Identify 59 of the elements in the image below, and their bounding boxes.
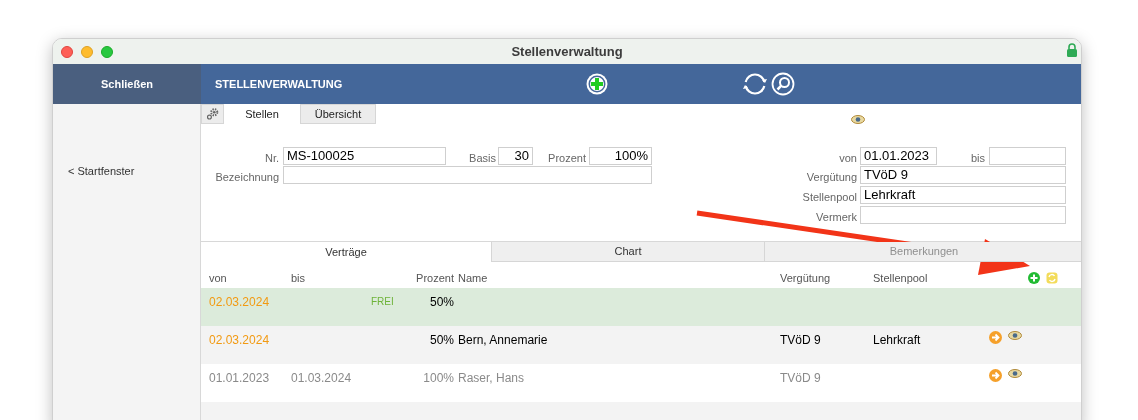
column-header: Name: [458, 271, 488, 284]
field-label: Vergütung: [806, 170, 857, 185]
input-field[interactable]: 01.01.2023: [860, 147, 937, 165]
field-label: Bezeichnung: [215, 170, 279, 185]
table-cell: 01.03.2024: [291, 371, 352, 385]
tab[interactable]: Übersicht: [300, 104, 376, 124]
lock-icon: [1067, 43, 1077, 57]
input-field[interactable]: [989, 147, 1066, 165]
table-cell: TVöD 9: [780, 371, 821, 385]
column-header: bis: [291, 271, 306, 284]
arrow-right-icon[interactable]: [989, 331, 1002, 344]
add-icon[interactable]: [1028, 272, 1040, 284]
table-cell: Raser, Hans: [458, 371, 525, 385]
input-field[interactable]: TVöD 9: [860, 166, 1066, 184]
close-window-button[interactable]: [61, 45, 73, 58]
field-label: Vermerk: [816, 210, 857, 225]
field-label: Nr.: [264, 151, 279, 166]
table-cell: TVöD 9: [780, 333, 821, 347]
field-label: bis: [970, 151, 985, 166]
search-icon[interactable]: [771, 72, 795, 96]
column-header: Prozent: [416, 271, 454, 284]
table-cell: Lehrkraft: [873, 333, 921, 347]
field-label: Prozent: [548, 151, 586, 166]
eye-icon[interactable]: [1008, 331, 1022, 340]
table-row[interactable]: 02.03.2024 50% Bern, Annemarie TVöD 9 Lehrkraft: [201, 326, 1081, 364]
toolbar-title: STELLENVERWALTUNG: [215, 76, 344, 92]
field-label: Stellenpool: [802, 190, 857, 205]
input-field[interactable]: 100%: [589, 147, 652, 165]
table-cell: 02.03.2024: [209, 295, 270, 309]
input-field[interactable]: [860, 206, 1066, 224]
table-cell: 50%: [429, 295, 454, 309]
gear-icon[interactable]: [201, 104, 224, 124]
refresh-icon[interactable]: [743, 72, 767, 96]
tab[interactable]: Chart: [491, 242, 764, 262]
table-cell: 01.01.2023: [209, 371, 270, 385]
column-header: von: [209, 271, 227, 284]
eye-icon[interactable]: [1008, 369, 1022, 378]
window-title: Stellenverwaltung: [511, 42, 623, 61]
field-label: von: [839, 151, 857, 166]
table-row[interactable]: 02.03.2024 FREI 50%: [201, 288, 1081, 326]
field-label: Basis: [469, 151, 496, 166]
table-cell: 50%: [429, 333, 454, 347]
zoom-window-button[interactable]: [101, 45, 113, 58]
column-header: Vergütung: [780, 271, 831, 284]
input-field[interactable]: Lehrkraft: [860, 186, 1066, 204]
arrow-right-icon[interactable]: [989, 369, 1002, 382]
eye-icon[interactable]: [851, 115, 865, 124]
table-cell: FREI: [371, 296, 394, 307]
add-icon[interactable]: [585, 72, 609, 96]
column-header: Stellenpool: [873, 271, 928, 284]
input-field[interactable]: 30: [498, 147, 533, 165]
table-cell: 02.03.2024: [209, 333, 270, 347]
back-link[interactable]: < Startfenster: [68, 163, 200, 180]
close-button[interactable]: Schließen: [53, 64, 201, 104]
table-cell: 100%: [423, 371, 454, 385]
input-field[interactable]: MS-100025: [283, 147, 446, 165]
minimize-window-button[interactable]: [81, 45, 93, 58]
input-field[interactable]: [283, 166, 652, 184]
table-cell: Bern, Annemarie: [458, 333, 548, 347]
